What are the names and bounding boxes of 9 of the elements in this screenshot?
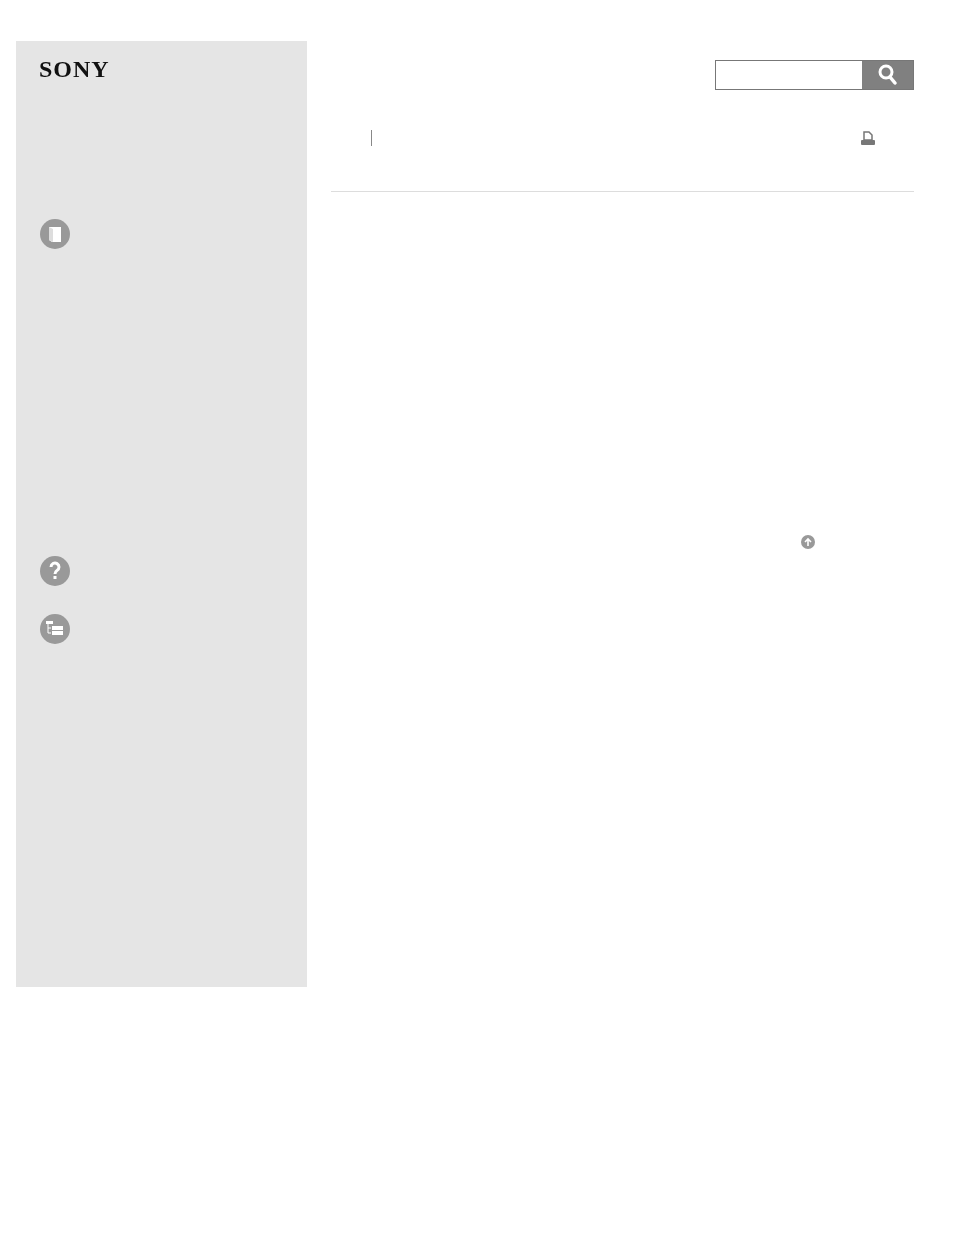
search-button[interactable] — [862, 61, 913, 89]
search-icon — [877, 64, 898, 86]
sony-logo: SONY — [39, 56, 110, 82]
book-icon[interactable] — [39, 218, 71, 250]
up-arrow-icon[interactable] — [801, 535, 815, 549]
sitemap-icon[interactable] — [39, 613, 71, 645]
print-icon[interactable] — [860, 131, 876, 145]
help-icon[interactable] — [39, 555, 71, 587]
search-field[interactable] — [715, 60, 914, 90]
